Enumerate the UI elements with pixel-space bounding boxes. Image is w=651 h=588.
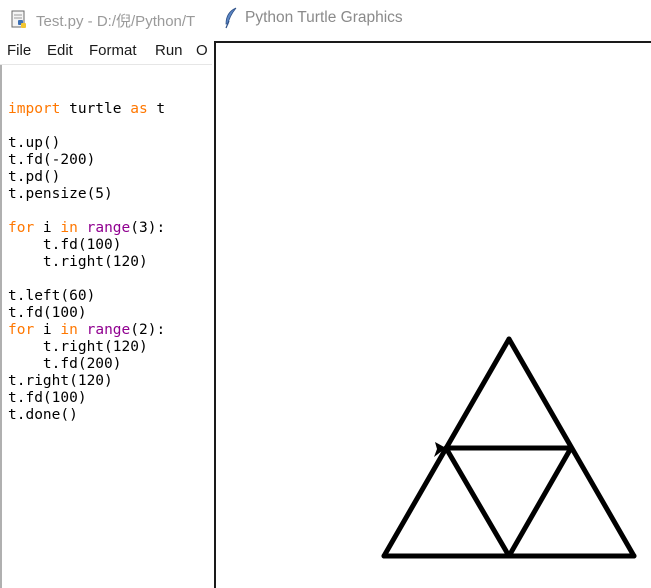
code-line: t.right(120) xyxy=(8,254,165,271)
idle-menubar: File Edit Format Run O xyxy=(0,38,212,65)
code-text: t.pd() xyxy=(8,169,61,185)
code-text: t.right(120) xyxy=(8,254,148,270)
menu-file[interactable]: File xyxy=(7,42,31,59)
code-text: t xyxy=(147,101,166,117)
menu-run[interactable]: Run xyxy=(155,42,183,59)
code-text: t.right(120) xyxy=(8,339,148,355)
code-keyword: in xyxy=(60,220,78,236)
code-line: t.right(120) xyxy=(8,373,165,390)
code-line: t.fd(100) xyxy=(8,237,165,254)
code-lines: import turtle as t t.up() t.fd(-200) t.pd()… xyxy=(8,84,165,424)
menu-format[interactable]: Format xyxy=(89,42,137,59)
code-line: for i in range(3): xyxy=(8,220,165,237)
menu-edit[interactable]: Edit xyxy=(47,42,73,59)
code-line: t.fd(100) xyxy=(8,390,165,407)
code-text: (2): xyxy=(130,322,166,338)
code-builtin: range xyxy=(86,322,131,338)
code-line: t.pensize(5) xyxy=(8,186,165,203)
code-line: for i in range(2): xyxy=(8,322,165,339)
code-text: t.up() xyxy=(8,135,61,151)
code-text: t.left(60) xyxy=(8,288,96,304)
code-text: t.right(120) xyxy=(8,373,113,389)
code-editor[interactable]: import turtle as t t.up() t.fd(-200) t.pd()… xyxy=(0,65,212,588)
code-keyword: for xyxy=(8,220,35,236)
code-text: t.fd(100) xyxy=(8,390,87,406)
code-text: t.done() xyxy=(8,407,78,423)
code-line: t.left(60) xyxy=(8,288,165,305)
idle-window-title: Test.py - D:/倪/Python/T xyxy=(36,13,196,30)
code-keyword: in xyxy=(60,322,78,338)
code-line: t.fd(100) xyxy=(8,305,165,322)
code-line: t.pd() xyxy=(8,169,165,186)
inner-triangle-right-edge xyxy=(506,445,574,559)
code-text: i xyxy=(34,322,61,338)
turtle-window-title: Python Turtle Graphics xyxy=(245,9,403,26)
idle-editor-window[interactable]: Test.py - D:/倪/Python/T File Edit Format… xyxy=(0,0,213,588)
code-text: t.pensize(5) xyxy=(8,186,113,202)
inner-triangle-left-edge xyxy=(443,445,512,559)
code-line: t.fd(200) xyxy=(8,356,165,373)
code-keyword: for xyxy=(8,322,35,338)
code-line: t.fd(-200) xyxy=(8,152,165,169)
code-text: t.fd(100) xyxy=(8,305,87,321)
code-line: t.right(120) xyxy=(8,339,165,356)
code-text: (3): xyxy=(130,220,166,236)
python-file-icon xyxy=(11,10,26,28)
turtle-graphics-window[interactable]: Python Turtle Graphics xyxy=(212,0,651,588)
code-text: i xyxy=(34,220,61,236)
code-line: t.up() xyxy=(8,135,165,152)
turtle-canvas xyxy=(214,41,651,588)
code-text: t.fd(100) xyxy=(8,237,122,253)
menu-options[interactable]: O xyxy=(196,42,208,59)
code-keyword: as xyxy=(130,101,148,117)
code-builtin: range xyxy=(86,220,131,236)
code-text: t.fd(200) xyxy=(8,356,122,372)
turtle-titlebar[interactable]: Python Turtle Graphics xyxy=(212,0,651,40)
feather-icon xyxy=(225,7,237,29)
turtle-drawing xyxy=(381,336,637,559)
code-text: t.fd(-200) xyxy=(8,152,96,168)
code-keyword: import xyxy=(8,101,61,117)
idle-titlebar[interactable]: Test.py - D:/倪/Python/T xyxy=(0,0,212,38)
code-line: import turtle as t xyxy=(8,101,165,118)
code-line: t.done() xyxy=(8,407,165,424)
code-text: turtle xyxy=(60,101,131,117)
